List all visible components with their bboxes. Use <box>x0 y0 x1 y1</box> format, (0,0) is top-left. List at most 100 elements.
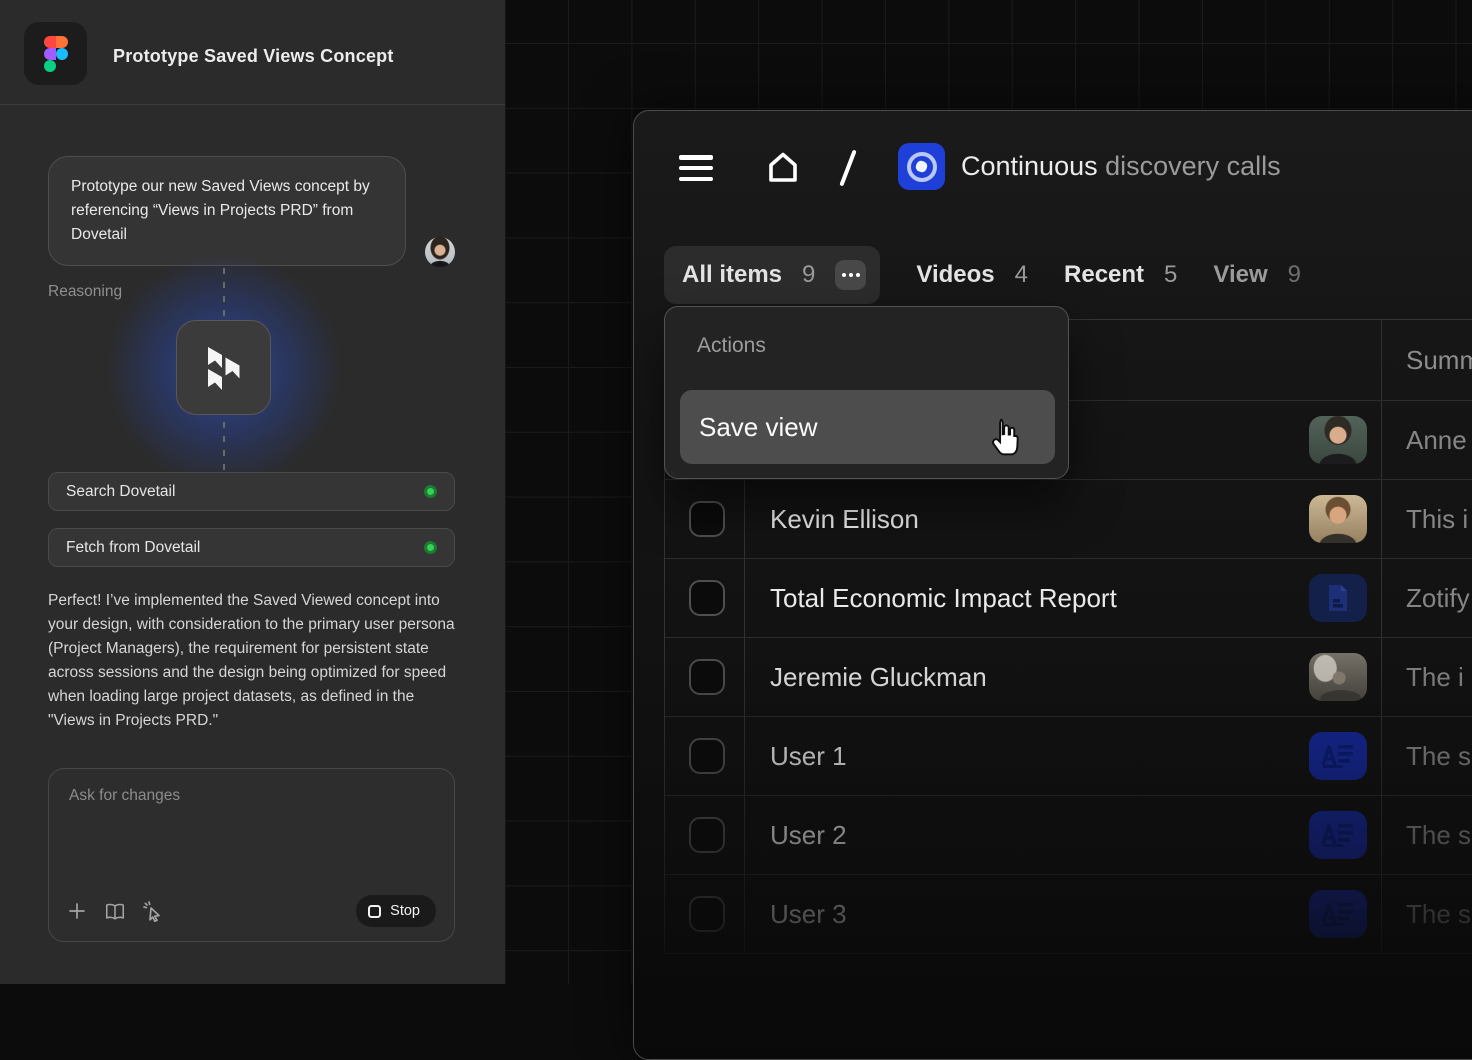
row-name: Jeremie Gluckman <box>770 662 987 693</box>
tab-label: Recent <box>1064 261 1144 289</box>
summary-cell: The s <box>1382 875 1472 953</box>
dovetail-ring-glyph <box>907 152 937 182</box>
header-summary-cell: Summary <box>1382 320 1472 400</box>
tab-count: 9 <box>802 261 815 289</box>
name-cell: User 3 <box>745 875 1382 953</box>
row-summary: The s <box>1406 899 1471 930</box>
name-cell: Jeremie Gluckman <box>745 638 1382 716</box>
tool-step-label: Search Dovetail <box>66 483 175 501</box>
name-cell: Total Economic Impact Report <box>745 559 1382 637</box>
row-name: User 1 <box>770 741 847 772</box>
checkbox-cell <box>665 875 745 953</box>
summary-column-header: Summary <box>1406 345 1472 376</box>
stop-square-icon <box>368 905 381 918</box>
summary-cell: This i <box>1382 480 1472 558</box>
checkbox-cell <box>665 796 745 874</box>
summary-cell: Anne <box>1382 401 1472 479</box>
row-thumbnail-doc <box>1309 574 1367 622</box>
row-summary: Zotify <box>1406 583 1470 614</box>
row-thumbnail-person-warm <box>1309 495 1367 543</box>
row-checkbox[interactable] <box>689 738 725 774</box>
view-tabs: All items 9 Videos 4 Recent 5 View 9 <box>664 246 1301 304</box>
checkbox-cell <box>665 638 745 716</box>
summary-cell: The i <box>1382 638 1472 716</box>
tab-more-icon[interactable] <box>835 260 866 290</box>
attach-plus-icon[interactable] <box>65 899 89 923</box>
dovetail-agent-icon <box>176 320 271 415</box>
row-summary: The s <box>1406 820 1471 851</box>
tool-step[interactable]: Fetch from Dovetail <box>48 528 455 567</box>
view-tab[interactable]: View 9 <box>1213 261 1301 289</box>
summary-cell: Zotify <box>1382 559 1472 637</box>
figma-logo-glyph <box>44 36 68 72</box>
chat-composer: Stop <box>48 768 455 942</box>
page-title: Continuous discovery calls <box>961 151 1281 182</box>
table-row[interactable]: User 3 The s <box>665 875 1472 954</box>
tab-count: 5 <box>1164 261 1177 289</box>
tool-step[interactable]: Search Dovetail <box>48 472 455 511</box>
dovetail-app-icon[interactable] <box>898 143 945 190</box>
home-icon[interactable] <box>764 149 802 187</box>
stop-button[interactable]: Stop <box>356 895 436 927</box>
tab-label: All items <box>682 261 782 289</box>
status-dot-icon <box>424 485 437 498</box>
table-body: Anne Kevin Ellison This i Total Economic… <box>665 401 1472 954</box>
reasoning-label: Reasoning <box>48 283 122 301</box>
row-checkbox[interactable] <box>689 501 725 537</box>
tab-label: View <box>1213 261 1267 289</box>
view-tab[interactable]: Videos 4 <box>916 261 1028 289</box>
row-name: Kevin Ellison <box>770 504 919 535</box>
name-cell: User 2 <box>745 796 1382 874</box>
row-thumbnail-doc-lines <box>1309 732 1367 780</box>
window-title: Prototype Saved Views Concept <box>113 46 394 67</box>
status-dot-icon <box>424 541 437 554</box>
row-name: Total Economic Impact Report <box>770 583 1117 614</box>
table-row[interactable]: Total Economic Impact Report Zotify <box>665 559 1472 638</box>
row-checkbox[interactable] <box>689 896 725 932</box>
tool-step-label: Fetch from Dovetail <box>66 539 200 557</box>
breadcrumb-slash <box>839 150 856 187</box>
view-tab[interactable]: All items 9 <box>664 246 880 304</box>
dropdown-section-label: Actions <box>697 334 766 358</box>
row-thumbnail-doc-lines <box>1309 811 1367 859</box>
assistant-response: Perfect! I’ve implemented the Saved View… <box>48 589 460 733</box>
page-title-rest: discovery calls <box>1098 151 1281 181</box>
table-row[interactable]: Jeremie Gluckman The i <box>665 638 1472 717</box>
table-row[interactable]: Kevin Ellison This i <box>665 480 1472 559</box>
chat-sidebar: Prototype Saved Views Concept Prototype … <box>0 0 505 984</box>
stop-button-label: Stop <box>390 903 420 919</box>
view-tab[interactable]: Recent 5 <box>1064 261 1177 289</box>
tab-count: 4 <box>1015 261 1028 289</box>
select-pointer-icon[interactable] <box>141 899 165 923</box>
row-checkbox[interactable] <box>689 659 725 695</box>
name-cell: Kevin Ellison <box>745 480 1382 558</box>
row-summary: This i <box>1406 504 1468 535</box>
row-name: User 3 <box>770 899 847 930</box>
menu-item-save-view[interactable]: Save view <box>680 390 1055 464</box>
menu-item-label: Save view <box>699 412 818 443</box>
library-book-icon[interactable] <box>103 899 127 923</box>
menu-icon[interactable] <box>679 155 713 181</box>
table-row[interactable]: User 1 The s <box>665 717 1472 796</box>
row-summary: The i <box>1406 662 1464 693</box>
ask-for-changes-input[interactable] <box>69 787 429 887</box>
tab-count: 9 <box>1288 261 1301 289</box>
hand-cursor-icon <box>988 417 1020 459</box>
row-thumbnail-person-room <box>1309 653 1367 701</box>
row-checkbox[interactable] <box>689 817 725 853</box>
user-prompt-bubble: Prototype our new Saved Views concept by… <box>48 156 406 266</box>
row-thumbnail-person-glasses <box>1309 416 1367 464</box>
table-row[interactable]: User 2 The s <box>665 796 1472 875</box>
page-title-typed: Continuous <box>961 151 1098 181</box>
checkbox-cell <box>665 717 745 795</box>
summary-cell: The s <box>1382 717 1472 795</box>
checkbox-cell <box>665 559 745 637</box>
checkbox-cell <box>665 480 745 558</box>
user-avatar <box>425 237 455 267</box>
figma-logo <box>24 22 87 85</box>
prototype-frame: Continuous discovery calls All items 9 V… <box>633 110 1472 1060</box>
row-thumbnail-doc-lines <box>1309 890 1367 938</box>
tab-label: Videos <box>916 261 994 289</box>
sidebar-topbar: Prototype Saved Views Concept <box>0 0 505 105</box>
row-checkbox[interactable] <box>689 580 725 616</box>
